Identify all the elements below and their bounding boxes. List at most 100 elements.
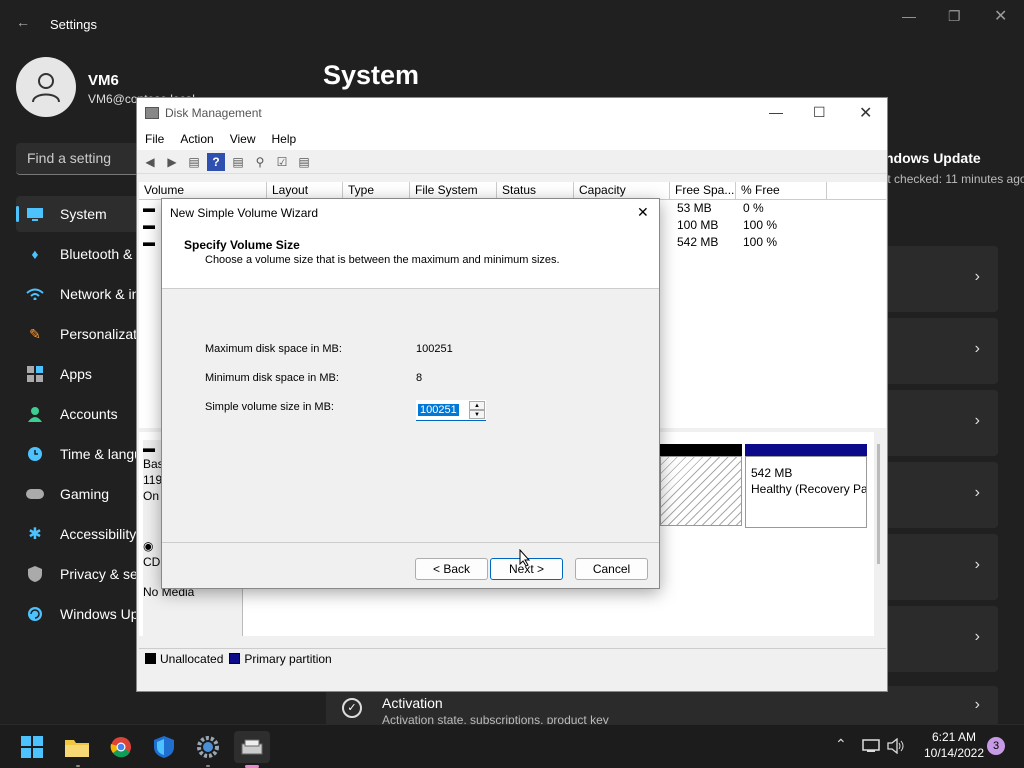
scrollbar[interactable] xyxy=(877,444,880,564)
chevron-up-icon[interactable]: ⌃ xyxy=(835,736,847,753)
nav-item-accounts[interactable]: Accounts xyxy=(16,396,140,432)
restore-icon[interactable]: ❐ xyxy=(948,8,961,25)
volume-icon[interactable] xyxy=(887,738,905,754)
nav-label: Network & internet xyxy=(60,286,140,302)
update-subtitle: Last checked: 11 minutes ago xyxy=(868,172,1024,186)
notification-badge[interactable]: 3 xyxy=(987,737,1005,755)
menu-file[interactable]: File xyxy=(137,132,172,146)
volume-size-input[interactable]: 100251 xyxy=(418,404,459,416)
col-free-space[interactable]: Free Spa... xyxy=(670,182,736,199)
partition-size: 542 MB xyxy=(751,466,793,480)
disk-management-button[interactable] xyxy=(234,731,270,763)
spin-up-icon[interactable]: ▲ xyxy=(469,401,485,410)
wizard-heading: Specify Volume Size xyxy=(184,238,300,252)
col-file-system[interactable]: File System xyxy=(410,182,497,199)
back-icon[interactable]: ◀ xyxy=(141,153,159,171)
col-percent-free[interactable]: % Free xyxy=(736,182,827,199)
primary-swatch xyxy=(229,653,241,664)
recovery-partition[interactable]: 542 MB Healthy (Recovery Pa xyxy=(745,444,867,528)
back-arrow-icon[interactable]: ← xyxy=(16,14,30,30)
brush-icon: ✎ xyxy=(29,325,41,342)
activation-title: Activation xyxy=(382,695,443,711)
mouse-cursor-icon xyxy=(519,549,531,567)
nav-label: Accounts xyxy=(60,406,118,422)
nav-item-bluetooth[interactable]: ♦ Bluetooth & devices xyxy=(16,236,140,272)
details-icon[interactable]: ▤ xyxy=(295,153,313,171)
properties-icon[interactable]: ▤ xyxy=(229,153,247,171)
col-volume[interactable]: Volume xyxy=(139,182,267,199)
search-input[interactable]: Find a setting xyxy=(16,143,140,175)
menu-action[interactable]: Action xyxy=(172,132,221,146)
minimize-icon[interactable]: — xyxy=(902,8,916,24)
nav-item-personalization[interactable]: ✎ Personalization xyxy=(16,316,140,352)
wizard-header: New Simple Volume Wizard ✕ Specify Volum… xyxy=(162,199,659,289)
windows-logo-icon xyxy=(21,736,43,758)
file-explorer-button[interactable] xyxy=(59,731,95,763)
nav-item-system[interactable]: System xyxy=(16,196,140,232)
chevron-right-icon: › xyxy=(974,696,980,713)
chevron-right-icon: › xyxy=(974,556,980,573)
chrome-icon xyxy=(110,737,131,758)
active-indicator xyxy=(16,206,19,222)
nav-item-apps[interactable]: Apps xyxy=(16,356,140,392)
partition-status: Healthy (Recovery Pa xyxy=(751,482,867,496)
col-capacity[interactable]: Capacity xyxy=(574,182,670,199)
percent-free-value: 100 % xyxy=(743,218,778,232)
bluetooth-icon: ♦ xyxy=(31,246,39,262)
nav-item-time-language[interactable]: Time & language xyxy=(16,436,140,472)
nav-label: Bluetooth & devices xyxy=(60,246,140,262)
list-view-icon[interactable]: ▤ xyxy=(185,153,203,171)
person-icon xyxy=(32,73,60,103)
max-size-label: Maximum disk space in MB: xyxy=(205,343,342,355)
menu-view[interactable]: View xyxy=(222,132,264,146)
chrome-button[interactable] xyxy=(103,731,139,763)
network-icon[interactable] xyxy=(862,739,880,753)
check-circle-icon: ✓ xyxy=(342,698,362,718)
update-icon xyxy=(26,605,44,623)
close-icon[interactable]: ✕ xyxy=(994,6,1007,26)
activation-card[interactable]: ✓ Activation Activation state, subscript… xyxy=(326,686,998,726)
connect-icon[interactable]: ⚲ xyxy=(251,153,269,171)
nav-item-privacy[interactable]: Privacy & security xyxy=(16,556,140,592)
gear-icon xyxy=(197,736,219,758)
security-button[interactable] xyxy=(146,731,182,763)
disk-icon xyxy=(241,739,263,755)
unallocated-partition[interactable] xyxy=(660,444,742,526)
col-type[interactable]: Type xyxy=(343,182,410,199)
nav-item-accessibility[interactable]: ✱ Accessibility xyxy=(16,516,140,552)
free-space-value: 542 MB xyxy=(677,235,719,249)
forward-icon[interactable]: ▶ xyxy=(163,153,181,171)
avatar[interactable] xyxy=(16,57,76,117)
clock-date[interactable]: 10/14/2022 xyxy=(918,746,990,760)
max-size-value: 100251 xyxy=(416,343,453,355)
col-status[interactable]: Status xyxy=(497,182,574,199)
close-icon[interactable]: ✕ xyxy=(637,204,649,221)
wifi-icon xyxy=(26,285,44,303)
clock-time[interactable]: 6:21 AM xyxy=(928,730,980,744)
maximize-icon[interactable]: ☐ xyxy=(813,104,826,121)
divider xyxy=(162,542,659,543)
start-button[interactable] xyxy=(14,731,50,763)
spin-down-icon[interactable]: ▼ xyxy=(469,410,485,419)
settings-button[interactable] xyxy=(190,731,226,763)
close-icon[interactable]: ✕ xyxy=(859,103,872,123)
nav-item-windows-update[interactable]: Windows Update xyxy=(16,596,140,632)
apps-icon xyxy=(26,365,44,383)
checklist-icon[interactable]: ☑ xyxy=(273,153,291,171)
min-size-value: 8 xyxy=(416,372,423,384)
minimize-icon[interactable]: — xyxy=(769,104,783,120)
nav-item-gaming[interactable]: Gaming xyxy=(16,476,140,512)
nav-label: Accessibility xyxy=(60,526,137,542)
help-icon[interactable]: ? xyxy=(207,152,225,171)
volume-icon: ▬ xyxy=(143,218,155,232)
menu-help[interactable]: Help xyxy=(264,132,305,146)
nav-item-network[interactable]: Network & internet xyxy=(16,276,140,312)
legend-primary: Primary partition xyxy=(244,651,332,666)
gamepad-icon xyxy=(26,485,44,503)
disk-icon xyxy=(145,107,159,119)
nav-label: Apps xyxy=(60,366,92,382)
volume-size-stepper[interactable]: 100251 ▲ ▼ xyxy=(416,400,486,421)
back-button[interactable]: < Back xyxy=(415,558,488,580)
cancel-button[interactable]: Cancel xyxy=(575,558,648,580)
col-layout[interactable]: Layout xyxy=(267,182,343,199)
